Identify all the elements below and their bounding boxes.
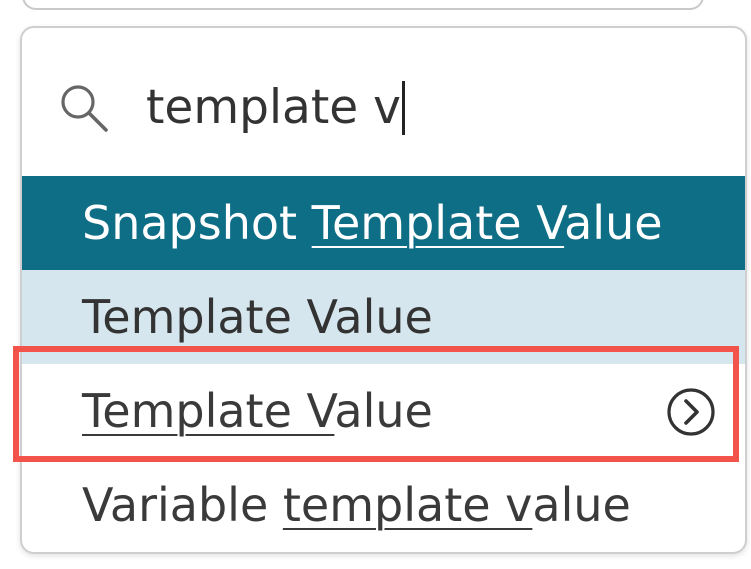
option-text-suffix: alue (334, 384, 433, 438)
option-text-prefix: Snapshot (82, 196, 312, 250)
suggestion-template-value-hovered[interactable]: Template Value (22, 270, 745, 364)
screenshot-page: template v Snapshot Template Value Templ… (0, 0, 751, 569)
autocomplete-dropdown: template v Snapshot Template Value Templ… (20, 26, 747, 554)
search-row: template v (22, 28, 745, 176)
option-text-suffix: alue (532, 478, 631, 532)
suggestion-list: Snapshot Template Value Template Value T… (22, 176, 745, 552)
option-match-highlight: template v (282, 478, 533, 532)
suggestion-template-value-submenu[interactable]: Template Value (22, 364, 745, 458)
search-input[interactable]: template v (146, 78, 405, 138)
text-caret (401, 81, 405, 135)
search-input-value: template v (146, 80, 401, 135)
option-text-prefix: Variable (82, 478, 283, 532)
suggestion-snapshot-template-value[interactable]: Snapshot Template Value (22, 176, 745, 270)
previous-field[interactable] (22, 0, 704, 10)
option-text-suffix: alue (564, 196, 663, 250)
option-match-highlight: Template V (82, 384, 335, 438)
option-match-highlight: Template V (311, 196, 565, 250)
search-icon (61, 85, 108, 132)
suggestion-variable-template-value[interactable]: Variable template value (22, 458, 745, 552)
chevron-right-circle-icon[interactable] (665, 386, 717, 438)
option-text-prefix: Template Value (82, 290, 433, 344)
